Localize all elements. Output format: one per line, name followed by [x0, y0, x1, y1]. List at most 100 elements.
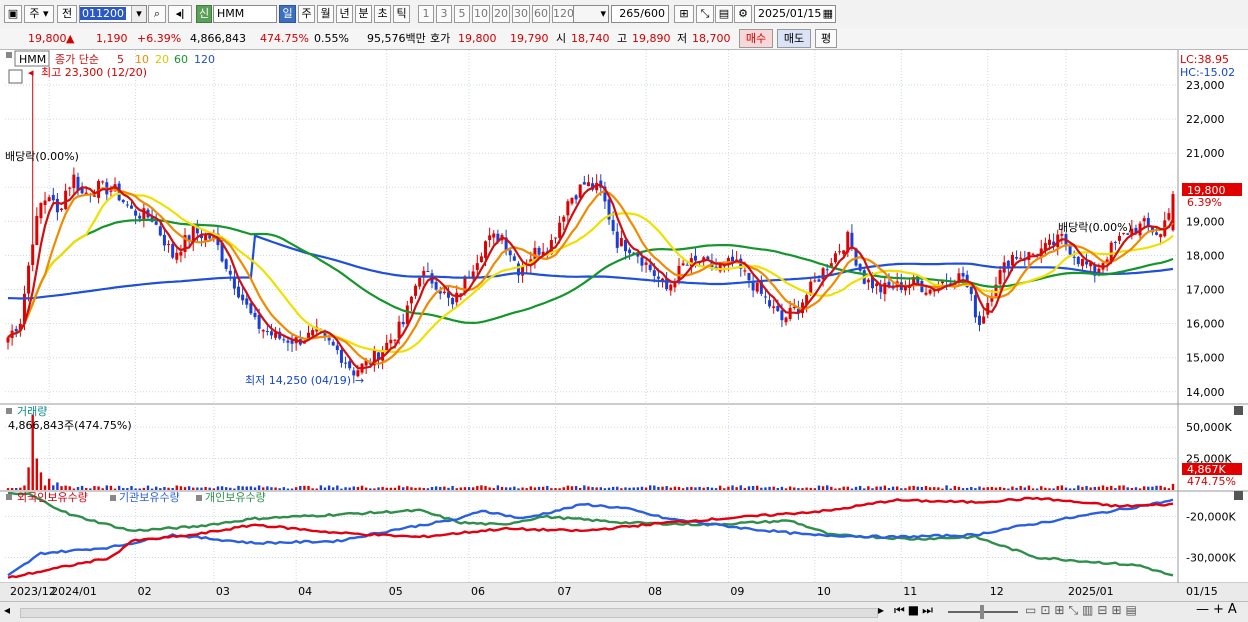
hoga-label: 호가 — [430, 32, 451, 45]
tab-period-6[interactable]: 틱 — [393, 5, 410, 23]
tab-period-1[interactable]: 주 — [298, 5, 315, 23]
volume-bar — [406, 486, 409, 490]
candle-body — [179, 251, 183, 256]
volume-bar — [529, 486, 533, 490]
tab-period-3[interactable]: 년 — [336, 5, 353, 23]
zoom-slider-handle[interactable] — [980, 605, 984, 619]
volume-bar — [521, 487, 524, 490]
interval-button-5[interactable]: 5 — [454, 5, 470, 23]
gear-icon[interactable]: ⚙ — [734, 5, 752, 23]
volume-bar — [315, 488, 318, 490]
volume-bar — [463, 487, 467, 490]
stock-code-input[interactable]: 011200 ▾ — [79, 5, 147, 23]
volume-bar — [603, 488, 607, 490]
tab-period-0[interactable]: 일 — [279, 5, 296, 23]
tab-period-4[interactable]: 분 — [355, 5, 372, 23]
candle-body — [685, 264, 689, 266]
volume-bar — [830, 486, 833, 490]
volume-bar — [1077, 485, 1080, 490]
volume-bar — [1163, 487, 1166, 490]
volume-bar — [290, 488, 294, 490]
volume-bar — [550, 488, 553, 490]
candle-body — [1072, 256, 1076, 258]
volume-bar — [241, 486, 244, 490]
tool-icons[interactable]: ▭⊡⊞⤡▥⊟⊞▤ — [1025, 603, 1141, 618]
candle-body — [562, 216, 566, 222]
volume-bar — [554, 488, 557, 490]
calendar-icon[interactable]: ▦ — [823, 6, 833, 22]
close-icon[interactable] — [1234, 406, 1243, 415]
volume-bar — [723, 488, 726, 490]
volume-bar — [35, 458, 39, 490]
month-label: 09 — [730, 585, 744, 598]
volume-bar — [348, 487, 351, 490]
candle-body — [586, 182, 590, 187]
candle-body — [257, 314, 261, 329]
volume-bar — [27, 467, 30, 490]
low-price: 18,700 — [692, 32, 731, 45]
volume-bar — [179, 486, 183, 490]
prev-button[interactable]: 전 — [57, 5, 77, 23]
save-icon[interactable]: ▤ — [715, 5, 733, 23]
volume-bar — [1122, 485, 1125, 490]
tab-period-5[interactable]: 초 — [374, 5, 391, 23]
stock-name-field[interactable]: HMM — [213, 5, 277, 23]
candle-body — [998, 270, 1002, 285]
interval-button-10[interactable]: 10 — [472, 5, 490, 23]
buy-button[interactable]: 매수 — [739, 29, 773, 48]
volume-bar — [743, 488, 747, 490]
legend-marker — [196, 495, 202, 501]
interval-button-60[interactable]: 60 — [532, 5, 550, 23]
chevron-down-icon[interactable]: ▾ — [131, 6, 146, 22]
interval-button-30[interactable]: 30 — [512, 5, 530, 23]
candle-body — [208, 235, 212, 239]
market-select[interactable]: 주 ▾ — [24, 5, 54, 23]
eval-button[interactable]: 평 — [815, 29, 837, 48]
volume-bar — [912, 485, 915, 490]
interval-dropdown[interactable]: ▾ — [573, 5, 609, 23]
volume-bar — [648, 485, 652, 490]
playback-controls-icon[interactable]: ⏮■⏭ — [894, 603, 936, 618]
search-icon[interactable]: ⌕ — [148, 5, 166, 23]
volume-bar — [117, 485, 121, 490]
tab-period-2[interactable]: 월 — [317, 5, 334, 23]
interval-button-3[interactable]: 3 — [436, 5, 452, 23]
scroll-left-icon[interactable]: ◂ — [4, 603, 10, 617]
volume-bar — [517, 488, 520, 490]
date-field[interactable]: 2025/01/15 ▦ — [754, 5, 836, 23]
volume-bar — [1023, 487, 1027, 490]
zoom-icons[interactable]: —+A — [1196, 602, 1241, 617]
volume-bar — [451, 485, 454, 490]
candle-body — [47, 197, 51, 202]
volume-bar — [842, 486, 845, 490]
volume-bar — [599, 487, 602, 490]
sell-button[interactable]: 매도 — [777, 29, 811, 48]
candle-body — [60, 208, 64, 210]
calculator-icon[interactable] — [8, 69, 23, 84]
volume-bar — [356, 486, 360, 490]
month-label: 01/15 — [1186, 585, 1218, 598]
price-tick-label: 17,000 — [1186, 284, 1225, 297]
interval-button-20[interactable]: 20 — [492, 5, 510, 23]
grid-icon[interactable]: ⊞ — [674, 5, 694, 23]
volume-bar — [900, 488, 903, 490]
scrollbar-track[interactable] — [20, 608, 878, 618]
candle-body — [817, 279, 821, 282]
window-icon[interactable]: ▣ — [4, 5, 22, 23]
close-icon[interactable] — [1234, 491, 1243, 500]
count-field[interactable]: 265/600 — [611, 5, 669, 23]
volume-bar — [735, 487, 738, 490]
interval-button-120[interactable]: 120 — [552, 5, 574, 23]
scroll-right-icon[interactable]: ▸ — [878, 603, 884, 617]
tool-icon[interactable]: ⤡ — [696, 5, 714, 23]
stock-chart[interactable]: 14,00015,00016,00017,00018,00019,00020,0… — [0, 50, 1248, 601]
month-label: 06 — [471, 585, 485, 598]
interval-button-1[interactable]: 1 — [418, 5, 434, 23]
speaker-icon[interactable]: ◂ǀ — [168, 5, 192, 23]
candle-body — [838, 251, 842, 253]
candle-body — [611, 220, 615, 232]
volume-bar — [998, 487, 1002, 490]
candle-body — [644, 262, 648, 265]
candle-body — [628, 249, 632, 254]
candle-body — [1085, 261, 1089, 265]
